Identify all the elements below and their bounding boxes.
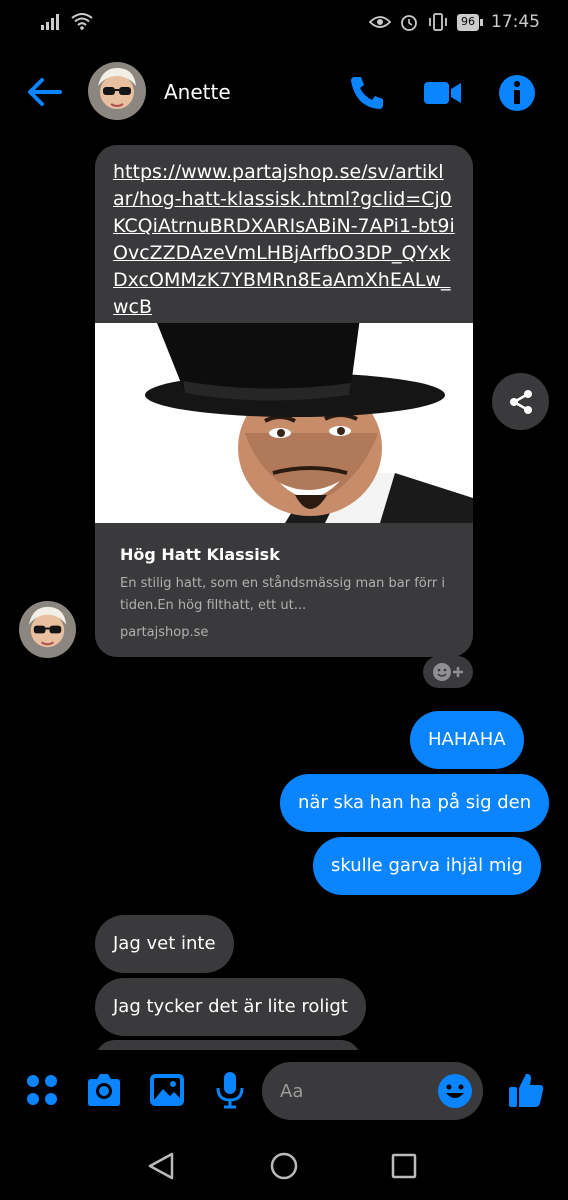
eye-icon [369, 16, 391, 28]
nav-recents-icon[interactable] [388, 1150, 420, 1182]
add-reaction-button[interactable] [423, 656, 473, 688]
message-composer [0, 1050, 568, 1130]
nav-home-icon[interactable] [268, 1150, 300, 1182]
nav-back-icon[interactable] [146, 1150, 178, 1182]
vibrate-icon [429, 13, 447, 31]
message-input[interactable] [280, 1062, 430, 1120]
smiley-plus-icon [433, 663, 463, 681]
share-icon [509, 389, 532, 414]
video-call-icon[interactable] [421, 72, 463, 114]
link-title[interactable]: Hög Hatt Klassisk [120, 545, 280, 564]
thumbs-up-icon[interactable] [506, 1070, 546, 1110]
chat-header: Anette [0, 56, 568, 128]
message-bubble-outgoing[interactable]: när ska han ha på sig den [280, 774, 550, 832]
message-bubble-outgoing[interactable]: skulle garva ihjäl mig [313, 837, 541, 895]
system-navigation-bar [0, 1132, 568, 1200]
link-preview-image[interactable] [95, 323, 473, 523]
emoji-icon[interactable] [437, 1073, 473, 1109]
back-arrow-icon[interactable] [24, 72, 64, 112]
microphone-icon[interactable] [210, 1070, 250, 1110]
signal-icon [41, 14, 59, 30]
gallery-icon[interactable] [147, 1070, 187, 1110]
status-bar: 96 17:45 [0, 0, 568, 50]
battery-indicator: 96 [457, 13, 483, 31]
link-description: En stilig hatt, som en ståndsmässig man … [120, 576, 445, 613]
wifi-icon [71, 13, 93, 30]
message-bubble-incoming[interactable]: Jag tycker det är lite roligt [95, 978, 366, 1036]
link-url[interactable]: https://www.partajshop.se/sv/artiklar/ho… [95, 145, 473, 323]
status-time: 17:45 [491, 12, 540, 32]
share-button[interactable] [492, 373, 549, 430]
sender-avatar[interactable] [19, 601, 76, 658]
alarm-icon [401, 15, 417, 31]
more-apps-icon[interactable] [22, 1070, 62, 1110]
message-bubble-incoming[interactable]: Jag vet inte [95, 915, 234, 973]
camera-icon[interactable] [84, 1070, 124, 1110]
contact-avatar[interactable] [88, 62, 146, 120]
phone-call-icon[interactable] [346, 72, 388, 114]
contact-name[interactable]: Anette [164, 80, 231, 104]
message-input-box[interactable] [262, 1062, 483, 1120]
link-domain: partajshop.se [120, 625, 209, 640]
message-bubble-outgoing[interactable]: HAHAHA [410, 711, 524, 769]
info-icon[interactable] [496, 72, 538, 114]
link-preview-card[interactable]: https://www.partajshop.se/sv/artiklar/ho… [95, 145, 473, 657]
